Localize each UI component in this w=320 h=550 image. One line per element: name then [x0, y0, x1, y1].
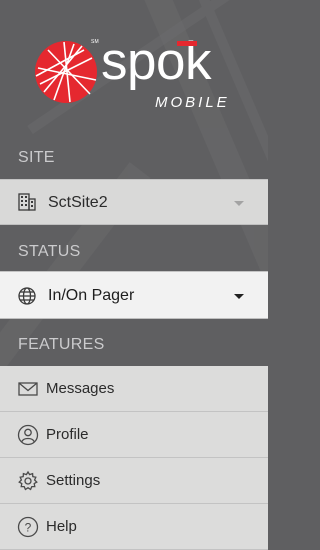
site-section-label: SITE	[18, 149, 55, 166]
app-header: SM spok MOBILE	[0, 0, 268, 140]
svg-text:?: ?	[25, 521, 32, 535]
building-icon	[18, 193, 36, 211]
globe-icon	[18, 287, 36, 305]
status-section-label: STATUS	[18, 243, 81, 260]
feature-item-label: Settings	[46, 472, 101, 489]
feature-item-settings[interactable]: Settings	[0, 458, 268, 504]
site-selected-value: SctSite2	[48, 194, 108, 211]
status-selector[interactable]: In/On Pager	[0, 271, 268, 319]
chevron-down-icon	[234, 201, 244, 206]
envelope-icon	[18, 382, 38, 396]
brand-macron	[177, 41, 197, 46]
feature-item-label: Help	[46, 518, 77, 535]
spok-logo-icon	[35, 41, 97, 103]
site-selector[interactable]: SctSite2	[0, 179, 268, 225]
status-selected-value: In/On Pager	[48, 287, 135, 304]
brand-wordmark: spok	[101, 32, 211, 91]
brand-subtitle: MOBILE	[155, 94, 230, 111]
feature-item-profile[interactable]: Profile	[0, 412, 268, 458]
feature-item-help[interactable]: ? Help	[0, 504, 268, 550]
feature-item-label: Profile	[46, 426, 89, 443]
feature-item-messages[interactable]: Messages	[0, 366, 268, 412]
question-icon: ?	[17, 516, 39, 538]
features-section-label: FEATURES	[18, 336, 105, 353]
feature-item-label: Messages	[46, 380, 115, 397]
chevron-down-icon	[234, 294, 244, 299]
gear-icon	[18, 470, 38, 491]
trademark-mark: SM	[91, 39, 99, 45]
person-icon	[17, 424, 39, 446]
